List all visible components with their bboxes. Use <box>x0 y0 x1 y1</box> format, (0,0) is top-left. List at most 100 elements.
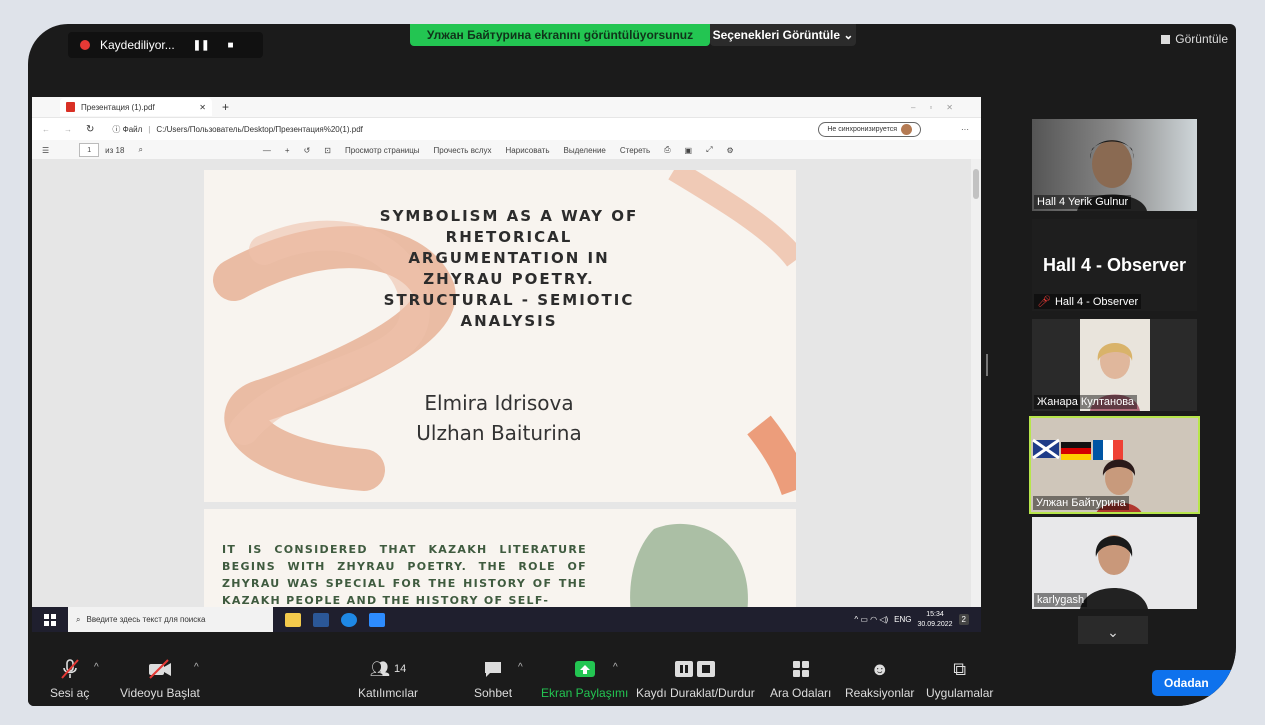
word-icon[interactable] <box>313 612 329 627</box>
expand-icon[interactable]: ⤢ <box>706 145 712 155</box>
tab-title: Презентация (1).pdf <box>81 102 155 112</box>
breakout-rooms-button[interactable]: Ara Odaları <box>770 658 831 700</box>
refresh-icon[interactable]: ↻ <box>86 124 94 135</box>
apps-label: Uygulamalar <box>926 686 994 700</box>
title-line: ARGUMENTATION IN <box>408 249 610 267</box>
rotate-icon[interactable]: ↺ <box>304 146 311 155</box>
sync-button[interactable]: Не синхронизируется <box>818 121 921 137</box>
breakout-rooms-icon <box>791 658 811 680</box>
scroll-thumb[interactable] <box>973 169 979 199</box>
chat-button[interactable]: Sohbet <box>474 658 512 700</box>
contents-icon[interactable]: ☰ <box>42 146 49 155</box>
language-indicator[interactable]: ENG <box>894 615 911 624</box>
participant-name: Hall 4 Yerik Gulnur <box>1034 195 1132 209</box>
pdf-toolbar: ☰ 1 из 18 ⌕ — + ↺ ⊡ Просмотр страницы Пр… <box>32 140 981 161</box>
reactions-button[interactable]: ☻ Reaksiyonlar <box>845 658 914 701</box>
participant-name-text: Улжан Байтурина <box>1036 497 1126 509</box>
zoom-icon[interactable] <box>369 612 385 627</box>
smiley-icon: ☻ <box>870 658 890 679</box>
notification-badge[interactable]: 2 <box>958 614 969 625</box>
clock-time: 15:34 <box>926 610 944 618</box>
recording-controls-label: Kaydı Duraklat/Durdur <box>636 686 755 700</box>
view-options-button[interactable]: Seçenekleri Görüntüle ⌄ <box>710 24 856 46</box>
recording-indicator: Kaydediliyor... ❚❚ ■ <box>68 32 263 58</box>
start-video-button[interactable]: Videoyu Başlat <box>120 658 200 700</box>
highlight-button[interactable]: Выделение <box>563 146 605 155</box>
page-number-input[interactable]: 1 <box>79 143 100 157</box>
more-icon[interactable]: ··· <box>961 125 969 134</box>
panel-divider[interactable] <box>986 354 988 376</box>
settings-icon[interactable]: ⚙ <box>727 146 734 155</box>
slide-authors: Elmira Idrisova Ulzhan Baiturina <box>399 388 599 448</box>
participant-name-text: Жанара Култанова <box>1037 396 1135 408</box>
participant-name: Жанара Култанова <box>1034 395 1138 409</box>
draw-button[interactable]: Нарисовать <box>506 146 550 155</box>
print-icon[interactable]: ⎙ <box>664 145 670 155</box>
unmute-label: Sesi aç <box>50 686 90 700</box>
back-icon[interactable]: ← <box>42 125 50 134</box>
leave-button[interactable]: Odadan <box>1152 670 1236 696</box>
author-name: Elmira Idrisova <box>424 391 574 415</box>
share-banner: Улжан Байтурина ekranını görüntülüyorsun… <box>410 24 710 46</box>
title-line: STRUCTURAL - SEMIOTIC <box>383 291 635 309</box>
muted-mic-icon: 🎤︎ <box>1037 296 1051 308</box>
meeting-toolbar: Sesi aç ^ Videoyu Başlat ^ 👥︎ 14 Katılımc… <box>28 644 1236 706</box>
zoom-out-icon[interactable]: — <box>263 146 271 155</box>
windows-start-icon[interactable] <box>44 613 56 626</box>
close-tab-icon[interactable]: ✕ <box>199 103 206 112</box>
participant-tile[interactable]: karlygash <box>1032 517 1197 609</box>
share-screen-icon <box>573 658 597 680</box>
url-prefix: Файл <box>122 124 143 134</box>
title-line: RHETORICAL <box>445 228 573 246</box>
save-icon[interactable]: ▣ <box>685 146 693 155</box>
read-aloud-button[interactable]: Прочесть вслух <box>434 146 492 155</box>
record-dot-icon <box>80 40 90 50</box>
search-placeholder: Введите здесь текст для поиска <box>86 615 206 624</box>
pause-recording-button[interactable]: ❚❚ <box>193 40 210 51</box>
erase-button[interactable]: Стереть <box>620 146 650 155</box>
tray-icons[interactable]: ^ ▭ ◠ ◁) <box>854 615 888 624</box>
participant-tile-active[interactable]: Улжан Байтурина <box>1029 416 1200 514</box>
pdf-scrollbar[interactable] <box>971 159 981 607</box>
participant-tile[interactable]: Жанара Култанова <box>1032 319 1197 411</box>
audio-options-caret-icon[interactable]: ^ <box>94 662 99 673</box>
share-screen-label: Ekran Paylaşımı <box>541 686 629 700</box>
title-line: ZHYRAU POETRY. <box>423 270 595 288</box>
fit-icon[interactable]: ⊡ <box>324 146 331 155</box>
participant-tile[interactable]: Hall 4 - Observer 🎤︎ Hall 4 - Observer <box>1032 219 1197 311</box>
search-icon[interactable]: ⌕ <box>138 145 142 155</box>
recording-controls-button[interactable]: Kaydı Duraklat/Durdur <box>636 658 755 700</box>
chat-caret-icon[interactable]: ^ <box>518 662 523 673</box>
view-page-button[interactable]: Просмотр страницы <box>345 146 420 155</box>
unmute-button[interactable]: Sesi aç <box>50 658 89 700</box>
participant-tile[interactable]: Hall 4 Yerik Gulnur <box>1032 119 1197 211</box>
file-explorer-icon[interactable] <box>285 612 301 627</box>
participant-title: Hall 4 - Observer <box>1042 255 1187 275</box>
participants-button[interactable]: 👥︎ 14 Katılımcılar <box>358 658 418 700</box>
new-tab-icon[interactable]: + <box>222 100 229 114</box>
video-options-caret-icon[interactable]: ^ <box>194 662 199 673</box>
browser-tab[interactable]: Презентация (1).pdf ✕ <box>60 98 212 116</box>
window-controls-icon[interactable]: –▫✕ <box>911 103 967 112</box>
zoom-in-icon[interactable]: + <box>285 146 290 155</box>
video-off-icon <box>147 658 173 680</box>
apps-button[interactable]: ⧉ Uygulamalar <box>926 658 994 701</box>
participant-name-text: Hall 4 - Observer <box>1054 295 1139 308</box>
taskbar-clock[interactable]: 15:34 30.09.2022 <box>918 610 953 630</box>
sync-label: Не синхронизируется <box>827 125 897 133</box>
participant-name: 🎤︎ Hall 4 - Observer <box>1034 294 1142 309</box>
view-button-label: Görüntüle <box>1175 32 1228 46</box>
address-bar: ← → ↻ ⓘ Файл | C:/Users/Пользователь/Des… <box>32 118 981 140</box>
participants-icon: 👥︎ 14 <box>369 661 407 678</box>
zoom-window: Kaydediliyor... ❚❚ ■ Улжан Байтурина ekr… <box>28 24 1236 706</box>
url-text: C:/Users/Пользователь/Desktop/Презентаци… <box>156 124 363 134</box>
edge-icon[interactable] <box>341 612 357 627</box>
share-caret-icon[interactable]: ^ <box>613 662 618 673</box>
apps-icon: ⧉ <box>953 658 967 679</box>
stop-recording-button[interactable]: ■ <box>227 40 233 51</box>
view-button[interactable]: Görüntüle <box>1161 32 1228 46</box>
taskbar-search[interactable]: ⌕ Введите здесь текст для поиска <box>68 607 273 632</box>
url-field[interactable]: ⓘ Файл | C:/Users/Пользователь/Desktop/П… <box>112 121 672 137</box>
author-name: Ulzhan Baiturina <box>416 421 582 445</box>
forward-icon[interactable]: → <box>64 125 72 134</box>
